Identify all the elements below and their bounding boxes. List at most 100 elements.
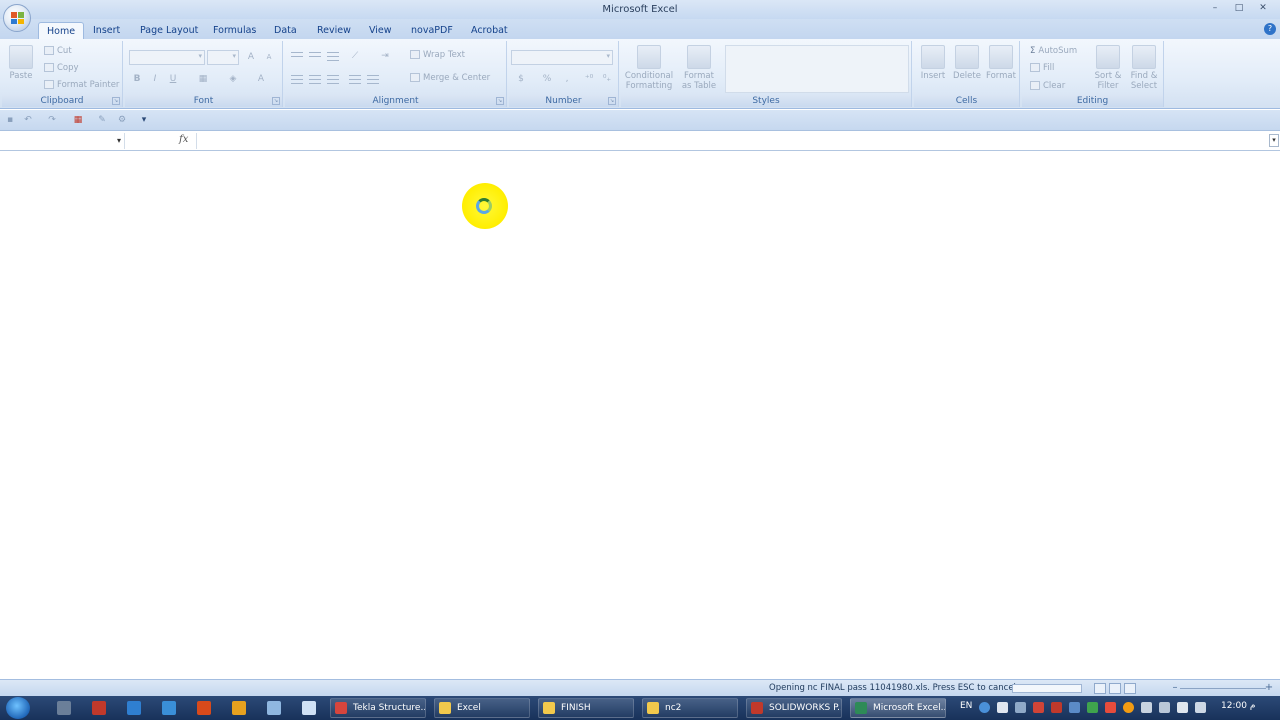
volume-icon[interactable] — [1195, 702, 1206, 713]
shrink-font-button[interactable]: A — [261, 50, 277, 65]
keyboard-tray-icon[interactable] — [1141, 702, 1152, 713]
comma-button[interactable]: , — [559, 72, 575, 87]
chevron-down-icon[interactable]: ▾ — [117, 136, 121, 145]
task-finish-folder[interactable]: FINISH — [538, 698, 634, 718]
format-cells-button[interactable]: Format — [984, 45, 1018, 81]
dialog-launcher-icon[interactable]: ↘ — [272, 97, 280, 105]
percent-button[interactable]: % — [539, 72, 555, 87]
grow-font-button[interactable]: A — [243, 50, 259, 65]
customize-toolbar-icon[interactable]: ▾ — [139, 115, 149, 125]
font-name-combo[interactable] — [129, 50, 205, 65]
sync-tray-icon[interactable] — [1069, 702, 1080, 713]
borders-icon[interactable]: ▦ — [195, 72, 211, 87]
underline-button[interactable]: U — [165, 72, 181, 87]
help-icon[interactable]: ? — [1264, 23, 1276, 35]
orientation-icon[interactable]: ⟋ — [347, 49, 363, 64]
undo-icon[interactable]: ↶ — [23, 115, 33, 125]
align-bottom-icon[interactable] — [325, 49, 341, 64]
font-color-button[interactable]: A — [253, 72, 269, 87]
align-middle-icon[interactable] — [307, 49, 323, 64]
office-button[interactable] — [3, 4, 31, 32]
redo-icon[interactable]: ↷ — [47, 115, 57, 125]
pdf-icon[interactable] — [92, 701, 106, 715]
currency-button[interactable]: $ — [513, 72, 529, 87]
tab-review[interactable]: Review — [309, 22, 359, 39]
page-break-view-icon[interactable] — [1124, 683, 1136, 694]
insert-cells-button[interactable]: Insert — [916, 45, 950, 81]
help-tray-icon[interactable] — [979, 702, 990, 713]
font-size-combo[interactable] — [207, 50, 239, 65]
align-right-icon[interactable] — [325, 72, 341, 87]
chart-icon[interactable]: ▦ — [73, 115, 83, 125]
expand-formula-bar-icon[interactable]: ▾ — [1269, 134, 1279, 147]
tab-formulas[interactable]: Formulas — [205, 22, 264, 39]
sort-filter-button[interactable]: Sort & Filter — [1090, 45, 1126, 91]
format-painter-button[interactable]: Format Painter — [44, 80, 119, 90]
tab-page-layout[interactable]: Page Layout — [132, 22, 206, 39]
tab-home[interactable]: Home — [38, 22, 85, 39]
wrap-text-button[interactable]: Wrap Text — [410, 50, 465, 60]
cut-button[interactable]: Cut — [44, 46, 72, 56]
italic-button[interactable]: I — [147, 72, 163, 87]
bold-button[interactable]: B — [129, 72, 145, 87]
tab-view[interactable]: View — [361, 22, 400, 39]
increase-indent-icon[interactable] — [365, 72, 381, 87]
find-select-button[interactable]: Find & Select — [1126, 45, 1162, 91]
insert-function-icon[interactable]: fx — [179, 134, 188, 145]
task-solidworks[interactable]: SOLIDWORKS P... — [746, 698, 842, 718]
zoom-in-icon[interactable]: + — [1264, 682, 1274, 694]
fill-button[interactable]: Fill — [1030, 63, 1054, 73]
fill-color-icon[interactable]: ◈ — [225, 72, 241, 87]
maximize-button[interactable]: □ — [1228, 2, 1250, 15]
zoom-slider[interactable] — [1180, 688, 1266, 689]
tool-icon[interactable]: ⚙ — [117, 115, 127, 125]
align-center-icon[interactable] — [307, 72, 323, 87]
task-excel-folder[interactable]: Excel — [434, 698, 530, 718]
indent-icon[interactable]: ⇥ — [377, 49, 393, 64]
merge-center-button[interactable]: Merge & Center — [410, 73, 490, 83]
autosum-button[interactable]: Σ AutoSum — [1030, 46, 1077, 56]
conditional-formatting-button[interactable]: Conditional Formatting — [623, 45, 675, 91]
delete-cells-button[interactable]: Delete — [950, 45, 984, 81]
power-tray-icon[interactable] — [1123, 702, 1134, 713]
task-nc2-folder[interactable]: nc2 — [642, 698, 738, 718]
name-box[interactable]: ▾ — [0, 133, 125, 149]
start-button[interactable] — [6, 697, 30, 719]
notepad-icon[interactable] — [267, 701, 281, 715]
tab-novapdf[interactable]: novaPDF — [403, 22, 461, 39]
minimize-button[interactable]: – — [1204, 2, 1226, 15]
format-as-table-button[interactable]: Format as Table — [677, 45, 721, 91]
tool-app-icon[interactable] — [232, 701, 246, 715]
align-left-icon[interactable] — [289, 72, 305, 87]
paste-button[interactable]: Paste — [6, 45, 36, 81]
increase-decimal-icon[interactable]: ⁺⁰ — [581, 72, 597, 87]
tab-data[interactable]: Data — [266, 22, 305, 39]
battery-icon[interactable] — [1177, 702, 1188, 713]
app-icon[interactable] — [127, 701, 141, 715]
decrease-indent-icon[interactable] — [347, 72, 363, 87]
decrease-decimal-icon[interactable]: ⁰₊ — [599, 72, 615, 87]
zoom-out-icon[interactable]: – — [1170, 682, 1180, 694]
network-tray-icon[interactable] — [997, 702, 1008, 713]
close-button[interactable]: ✕ — [1252, 2, 1274, 15]
update-tray-icon[interactable] — [1087, 702, 1098, 713]
tab-insert[interactable]: Insert — [85, 22, 128, 39]
dialog-launcher-icon[interactable]: ↘ — [496, 97, 504, 105]
language-indicator[interactable]: EN — [960, 701, 972, 711]
normal-view-icon[interactable] — [1094, 683, 1106, 694]
copy-button[interactable]: Copy — [44, 63, 79, 73]
desktop-icon[interactable] — [57, 701, 71, 715]
edit-icon[interactable]: ✎ — [97, 115, 107, 125]
document-icon[interactable] — [302, 701, 316, 715]
calculator-icon[interactable] — [162, 701, 176, 715]
number-format-combo[interactable] — [511, 50, 613, 65]
align-top-icon[interactable] — [289, 49, 305, 64]
task-tekla[interactable]: Tekla Structure... — [330, 698, 426, 718]
display-tray-icon[interactable] — [1015, 702, 1026, 713]
alert-tray-icon[interactable] — [1105, 702, 1116, 713]
task-microsoft-excel[interactable]: Microsoft Excel... — [850, 698, 946, 718]
acrobat-icon[interactable] — [197, 701, 211, 715]
network-signal-icon[interactable] — [1159, 702, 1170, 713]
security-tray-icon[interactable] — [1033, 702, 1044, 713]
cell-styles-gallery[interactable] — [725, 45, 909, 93]
